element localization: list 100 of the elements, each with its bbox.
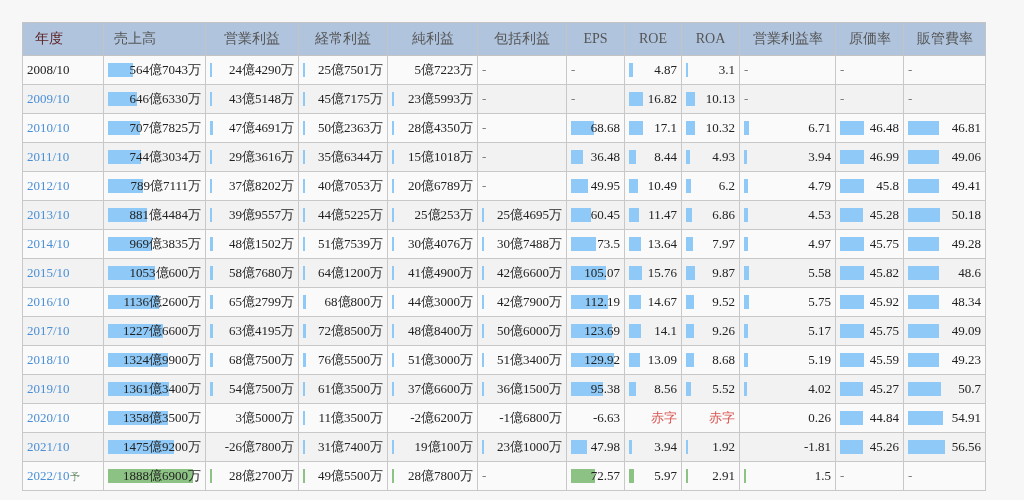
cell-value: 48億1502万 (229, 236, 294, 251)
forecast-mark: 予 (69, 471, 80, 482)
cell-value: 1361億3400万 (123, 381, 201, 396)
year-link[interactable]: 2022/10 (27, 468, 70, 483)
cell-value: 50億2363万 (318, 120, 383, 135)
cell-value: 42億7900万 (497, 294, 562, 309)
cell-value: 45億7175万 (318, 91, 383, 106)
cell-value: 16.82 (647, 91, 677, 106)
cell-value: 5.17 (808, 323, 831, 338)
cell-value: -1.81 (803, 439, 831, 454)
cell-value: 1324億9900万 (123, 352, 201, 367)
cell-value: 19億100万 (414, 439, 473, 454)
cell-value: 46.99 (869, 149, 899, 164)
cell-value: 20億6789万 (408, 178, 473, 193)
column-header: 包括利益 (477, 22, 567, 56)
cell-value: -6.63 (592, 410, 620, 425)
cell-value: 51億7539万 (318, 236, 383, 251)
cell-value: 23億5993万 (408, 91, 473, 106)
cell-value: 76億5500万 (318, 352, 383, 367)
cell-value: 9.52 (712, 294, 735, 309)
cell-value: 45.28 (869, 207, 899, 222)
cell-value: 10.13 (705, 91, 735, 106)
cell-value: 14.67 (647, 294, 677, 309)
cell-value: 25億253万 (414, 207, 473, 222)
empty-value: - (744, 62, 749, 77)
cell-value: -1億6800万 (499, 410, 562, 425)
cell-value: 4.87 (654, 62, 677, 77)
cell-value: 29億3616万 (229, 149, 294, 164)
cell-value: 95.38 (590, 381, 620, 396)
cell-value: 5.52 (712, 381, 735, 396)
empty-value: - (840, 91, 845, 106)
cell-value: 49.28 (951, 236, 981, 251)
cell-value: 45.26 (869, 439, 899, 454)
cell-value: 30億4076万 (408, 236, 473, 251)
cell-value: 7.97 (712, 236, 735, 251)
cell-value: 48億8400万 (408, 323, 473, 338)
cell-value: 4.79 (808, 178, 831, 193)
cell-value: 39億9557万 (229, 207, 294, 222)
cell-value: 129.92 (584, 352, 620, 367)
empty-value: - (571, 62, 576, 77)
cell-value: 43億5148万 (229, 91, 294, 106)
cell-value: 1.5 (814, 468, 831, 483)
cell-value: 881億4484万 (129, 207, 201, 222)
cell-value: 5.75 (808, 294, 831, 309)
cell-value: 13.09 (647, 352, 677, 367)
deficit-label: 赤字 (651, 410, 677, 425)
cell-value: 3.94 (808, 149, 831, 164)
cell-value: 9.87 (712, 265, 735, 280)
cell-value: 1888億6900万 (123, 468, 201, 483)
cell-value: 105.07 (584, 265, 620, 280)
deficit-label: 赤字 (709, 410, 735, 425)
cell-value: 23億1000万 (497, 439, 562, 454)
cell-value: 564億7043万 (129, 62, 201, 77)
cell-value: 11億3500万 (318, 410, 383, 425)
cell-value: 4.53 (808, 207, 831, 222)
cell-value: 31億7400万 (318, 439, 383, 454)
cell-value: 65億2799万 (229, 294, 294, 309)
cell-value: 45.8 (876, 178, 899, 193)
column-header: 営業利益率 (739, 22, 836, 56)
cell-value: 5.97 (654, 468, 677, 483)
cell-value: 6.71 (808, 120, 831, 135)
cell-value: 50億6000万 (497, 323, 562, 338)
column-header: 経常利益 (298, 22, 388, 56)
cell-value: 37億8202万 (229, 178, 294, 193)
cell-value: 58億7680万 (229, 265, 294, 280)
cell-value: 10.32 (705, 120, 735, 135)
cell-value: 45.27 (869, 381, 899, 396)
cell-value: 64億1200万 (318, 265, 383, 280)
cell-value: 68億800万 (324, 294, 383, 309)
cell-value: 44億5225万 (318, 207, 383, 222)
cell-value: 744億3034万 (129, 149, 201, 164)
cell-value: 72億8500万 (318, 323, 383, 338)
cell-value: 1136億2600万 (123, 294, 201, 309)
cell-value: 8.44 (654, 149, 677, 164)
empty-value: - (840, 62, 845, 77)
cell-value: 25億7501万 (318, 62, 383, 77)
cell-value: 28億7800万 (408, 468, 473, 483)
cell-value: 51億3400万 (497, 352, 562, 367)
empty-value: - (571, 91, 576, 106)
cell-value: 49.95 (590, 178, 620, 193)
cell-value: 44億3000万 (408, 294, 473, 309)
cell-value: 54.91 (951, 410, 981, 425)
column-header: ROA (681, 22, 740, 56)
cell-value: 5.19 (808, 352, 831, 367)
cell-value: 1053億600万 (129, 265, 201, 280)
cell-value: 4.02 (808, 381, 831, 396)
cell-value: 45.92 (869, 294, 899, 309)
empty-value: - (744, 91, 749, 106)
cell-value: -26億7800万 (224, 439, 294, 454)
cell-value: 1.92 (712, 439, 735, 454)
empty-value: - (482, 62, 487, 77)
cell-value: 4.93 (712, 149, 735, 164)
column-header: 売上高 (103, 22, 206, 56)
cell-value: 36億1500万 (497, 381, 562, 396)
column-header: 原価率 (835, 22, 904, 56)
cell-value: 47.98 (590, 439, 620, 454)
cell-value: 5.58 (808, 265, 831, 280)
cell-value: 37億6600万 (408, 381, 473, 396)
empty-value: - (482, 91, 487, 106)
cell-value: 42億6600万 (497, 265, 562, 280)
